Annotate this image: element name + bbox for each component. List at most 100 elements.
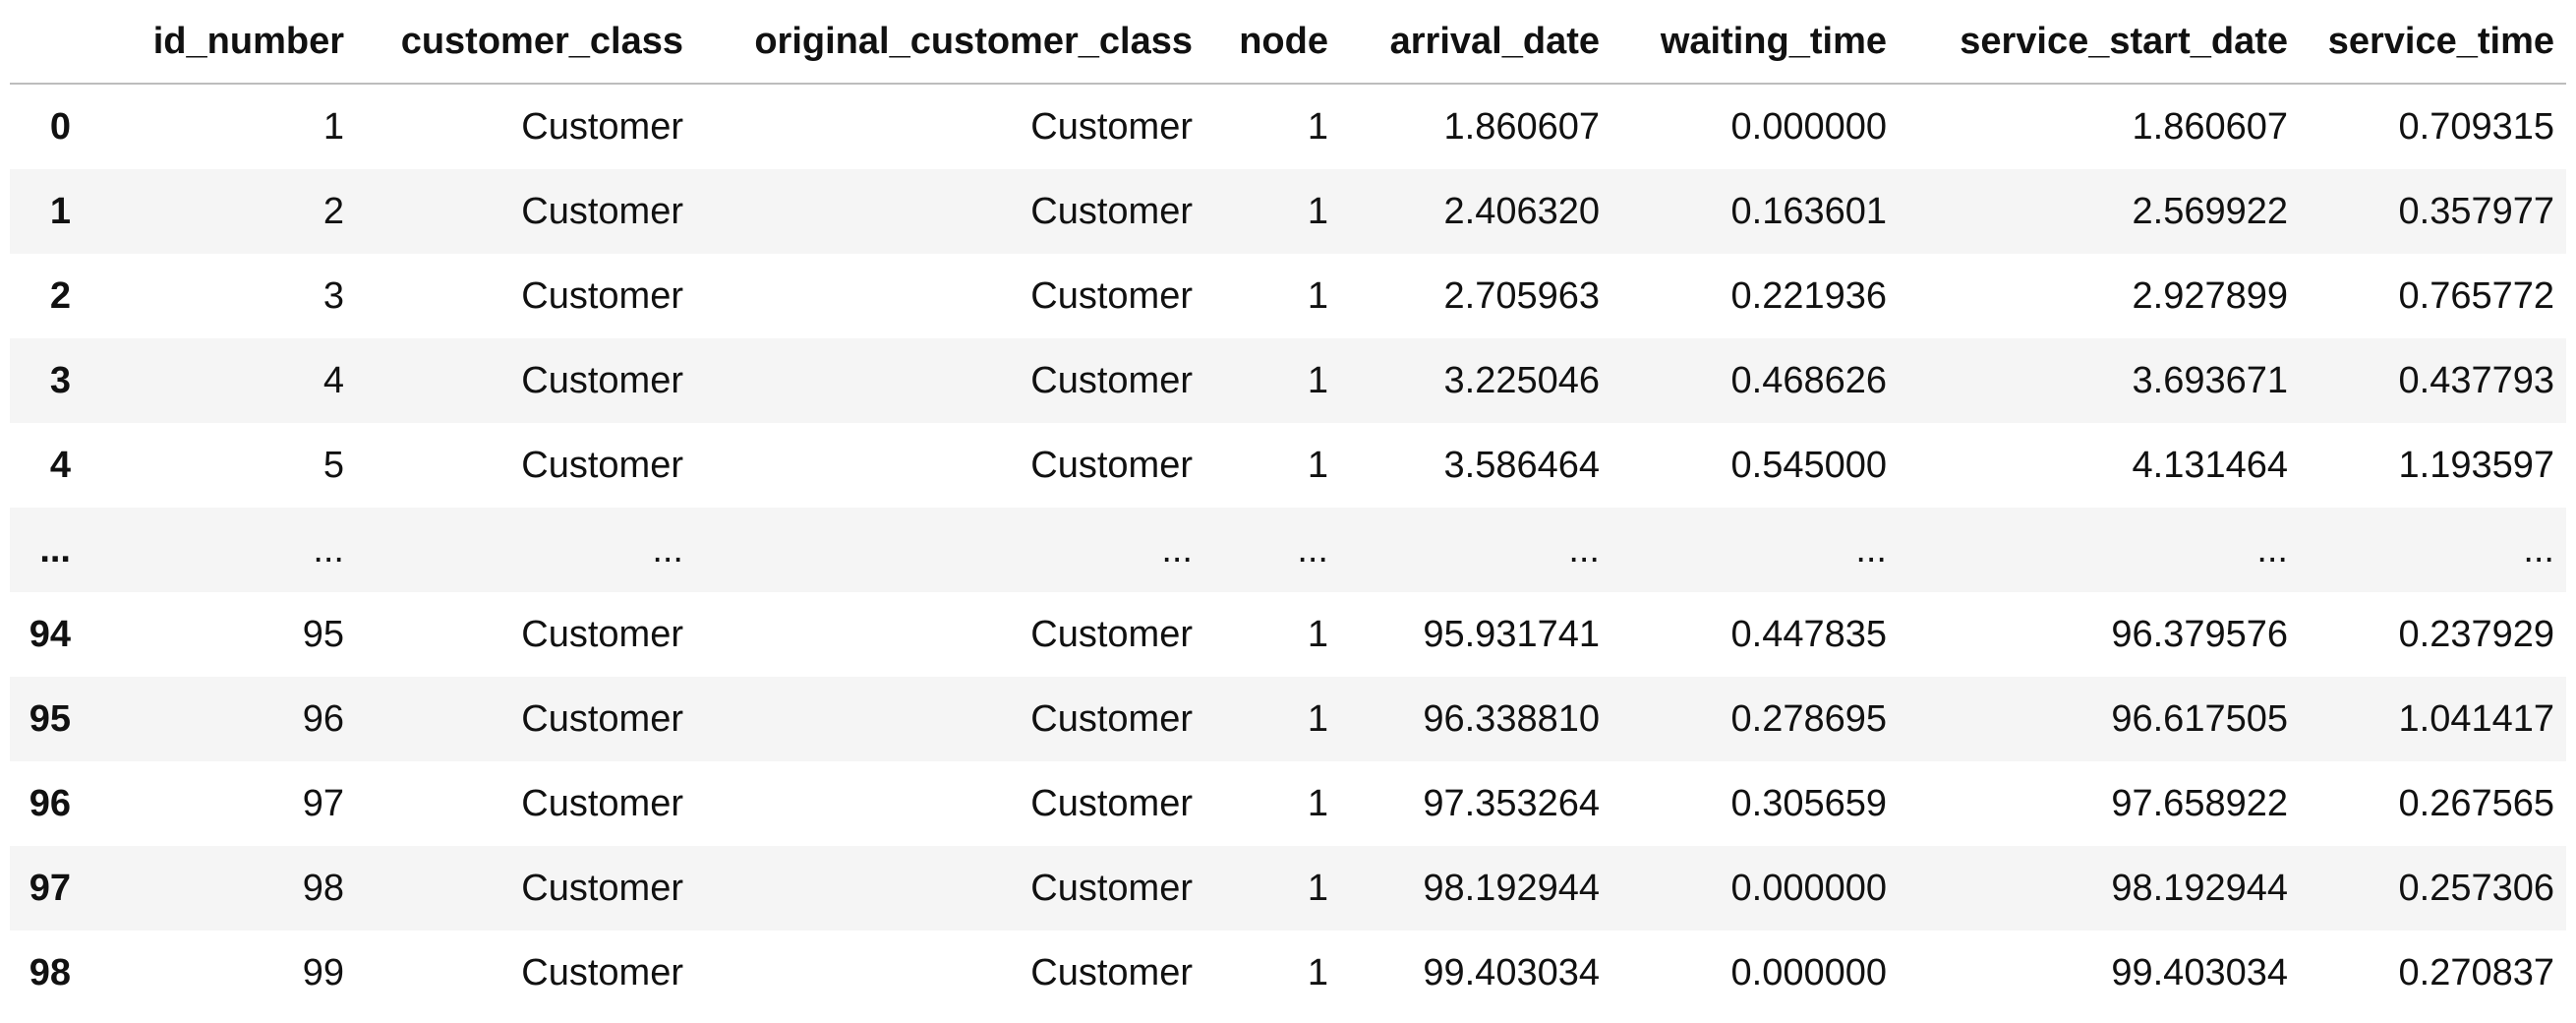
table-row: 3 4 Customer Customer 1 3.225046 0.468626 3.693… xyxy=(10,338,2566,423)
cell-service-time: 0.267565 xyxy=(2398,782,2555,824)
cell-original-customer-class: Customer xyxy=(1030,782,1193,824)
cell-waiting-time: 0.468626 xyxy=(1730,359,1888,401)
cell-node: 1 xyxy=(1307,444,1328,486)
row-index: 3 xyxy=(49,359,71,401)
cell-waiting-time: ... xyxy=(1855,528,1887,571)
table-header: id_number customer_class original_custom… xyxy=(10,0,2566,85)
column-header-original-customer-class: original_customer_class xyxy=(683,0,1193,85)
cell-id-number: 96 xyxy=(302,697,344,740)
row-index: 2 xyxy=(49,274,71,317)
cell-service-start-date: 3.693671 xyxy=(2132,359,2289,401)
cell-node: 1 xyxy=(1307,105,1328,148)
column-header-service-start-date: service_start_date xyxy=(1887,0,2288,85)
cell-id-number: 5 xyxy=(322,444,344,486)
cell-waiting-time: 0.447835 xyxy=(1730,613,1888,655)
cell-waiting-time: 0.000000 xyxy=(1730,951,1888,993)
column-header-customer-class: customer_class xyxy=(344,0,683,85)
cell-waiting-time: 0.221936 xyxy=(1730,274,1888,317)
cell-waiting-time: 0.545000 xyxy=(1730,444,1888,486)
table-row: 95 96 Customer Customer 1 96.338810 0.278695 96… xyxy=(10,677,2566,761)
cell-arrival-date: 1.860607 xyxy=(1443,105,1601,148)
cell-customer-class: Customer xyxy=(521,697,683,740)
table-row: ........................... xyxy=(10,508,2566,592)
table-body: 0 1 Customer Customer 1 1.860607 0.000000 1.860… xyxy=(10,84,2566,1015)
column-header-service-time: service_time xyxy=(2288,0,2566,85)
cell-id-number: 95 xyxy=(302,613,344,655)
row-index: 94 xyxy=(29,613,71,655)
cell-original-customer-class: Customer xyxy=(1030,105,1193,148)
row-index: 97 xyxy=(29,867,71,909)
cell-service-time: 0.357977 xyxy=(2398,190,2555,232)
cell-arrival-date: 97.353264 xyxy=(1423,782,1600,824)
row-index: 4 xyxy=(49,444,71,486)
cell-id-number: 99 xyxy=(302,951,344,993)
cell-waiting-time: 0.000000 xyxy=(1730,867,1888,909)
cell-original-customer-class: Customer xyxy=(1030,951,1193,993)
cell-node: 1 xyxy=(1307,782,1328,824)
table-row: 4 5 Customer Customer 1 3.586464 0.545000 4.131… xyxy=(10,423,2566,508)
cell-waiting-time: 0.278695 xyxy=(1730,697,1888,740)
dataframe-output: id_number customer_class original_custom… xyxy=(10,0,2566,1015)
cell-node: 1 xyxy=(1307,697,1328,740)
cell-waiting-time: 0.163601 xyxy=(1730,190,1888,232)
cell-service-start-date: 2.569922 xyxy=(2132,190,2289,232)
cell-arrival-date: 3.225046 xyxy=(1443,359,1601,401)
cell-id-number: 1 xyxy=(322,105,344,148)
cell-customer-class: Customer xyxy=(521,359,683,401)
cell-customer-class: Customer xyxy=(521,190,683,232)
cell-service-start-date: 1.860607 xyxy=(2132,105,2289,148)
cell-service-time: 0.237929 xyxy=(2398,613,2555,655)
dataframe-table: id_number customer_class original_custom… xyxy=(10,0,2566,1015)
table-row: 0 1 Customer Customer 1 1.860607 0.000000 1.860… xyxy=(10,84,2566,169)
cell-customer-class: Customer xyxy=(521,782,683,824)
cell-id-number: 98 xyxy=(302,867,344,909)
cell-customer-class: Customer xyxy=(521,867,683,909)
table-row: 98 99 Customer Customer 1 99.403034 0.000000 99… xyxy=(10,931,2566,1015)
cell-arrival-date: 3.586464 xyxy=(1443,444,1601,486)
cell-arrival-date: ... xyxy=(1568,528,1600,571)
row-index: 1 xyxy=(49,190,71,232)
cell-id-number: 2 xyxy=(322,190,344,232)
cell-original-customer-class: Customer xyxy=(1030,613,1193,655)
row-index: 96 xyxy=(29,782,71,824)
table-row: 96 97 Customer Customer 1 97.353264 0.305659 97… xyxy=(10,761,2566,846)
column-header-waiting-time: waiting_time xyxy=(1600,0,1887,85)
cell-customer-class: Customer xyxy=(521,951,683,993)
cell-waiting-time: 0.305659 xyxy=(1730,782,1888,824)
cell-node: 1 xyxy=(1307,613,1328,655)
cell-node: 1 xyxy=(1307,190,1328,232)
cell-service-time: 0.437793 xyxy=(2398,359,2555,401)
cell-service-start-date: 96.379576 xyxy=(2111,613,2288,655)
index-header xyxy=(10,0,98,85)
cell-original-customer-class: Customer xyxy=(1030,444,1193,486)
cell-customer-class: Customer xyxy=(521,105,683,148)
cell-arrival-date: 99.403034 xyxy=(1423,951,1600,993)
cell-service-start-date: 97.658922 xyxy=(2111,782,2288,824)
cell-id-number: 97 xyxy=(302,782,344,824)
cell-customer-class: Customer xyxy=(521,274,683,317)
cell-service-time: 0.765772 xyxy=(2398,274,2555,317)
cell-arrival-date: 98.192944 xyxy=(1423,867,1600,909)
column-header-node: node xyxy=(1193,0,1328,85)
column-header-id-number: id_number xyxy=(98,0,344,85)
cell-service-time: 1.193597 xyxy=(2398,444,2555,486)
cell-service-time: 0.709315 xyxy=(2398,105,2555,148)
cell-id-number: 3 xyxy=(322,274,344,317)
cell-node: 1 xyxy=(1307,951,1328,993)
header-row: id_number customer_class original_custom… xyxy=(10,0,2566,85)
cell-original-customer-class: Customer xyxy=(1030,359,1193,401)
cell-node: ... xyxy=(1297,528,1328,571)
table-row: 2 3 Customer Customer 1 2.705963 0.221936 2.927… xyxy=(10,254,2566,338)
cell-service-start-date: 4.131464 xyxy=(2132,444,2289,486)
row-index: ... xyxy=(39,528,71,571)
cell-service-time: 0.257306 xyxy=(2398,867,2555,909)
row-index: 98 xyxy=(29,951,71,993)
cell-arrival-date: 95.931741 xyxy=(1423,613,1600,655)
cell-id-number: ... xyxy=(313,528,344,571)
cell-service-start-date: 96.617505 xyxy=(2111,697,2288,740)
cell-waiting-time: 0.000000 xyxy=(1730,105,1888,148)
cell-service-time: 1.041417 xyxy=(2398,697,2555,740)
cell-arrival-date: 2.406320 xyxy=(1443,190,1601,232)
cell-id-number: 4 xyxy=(322,359,344,401)
cell-customer-class: ... xyxy=(652,528,683,571)
